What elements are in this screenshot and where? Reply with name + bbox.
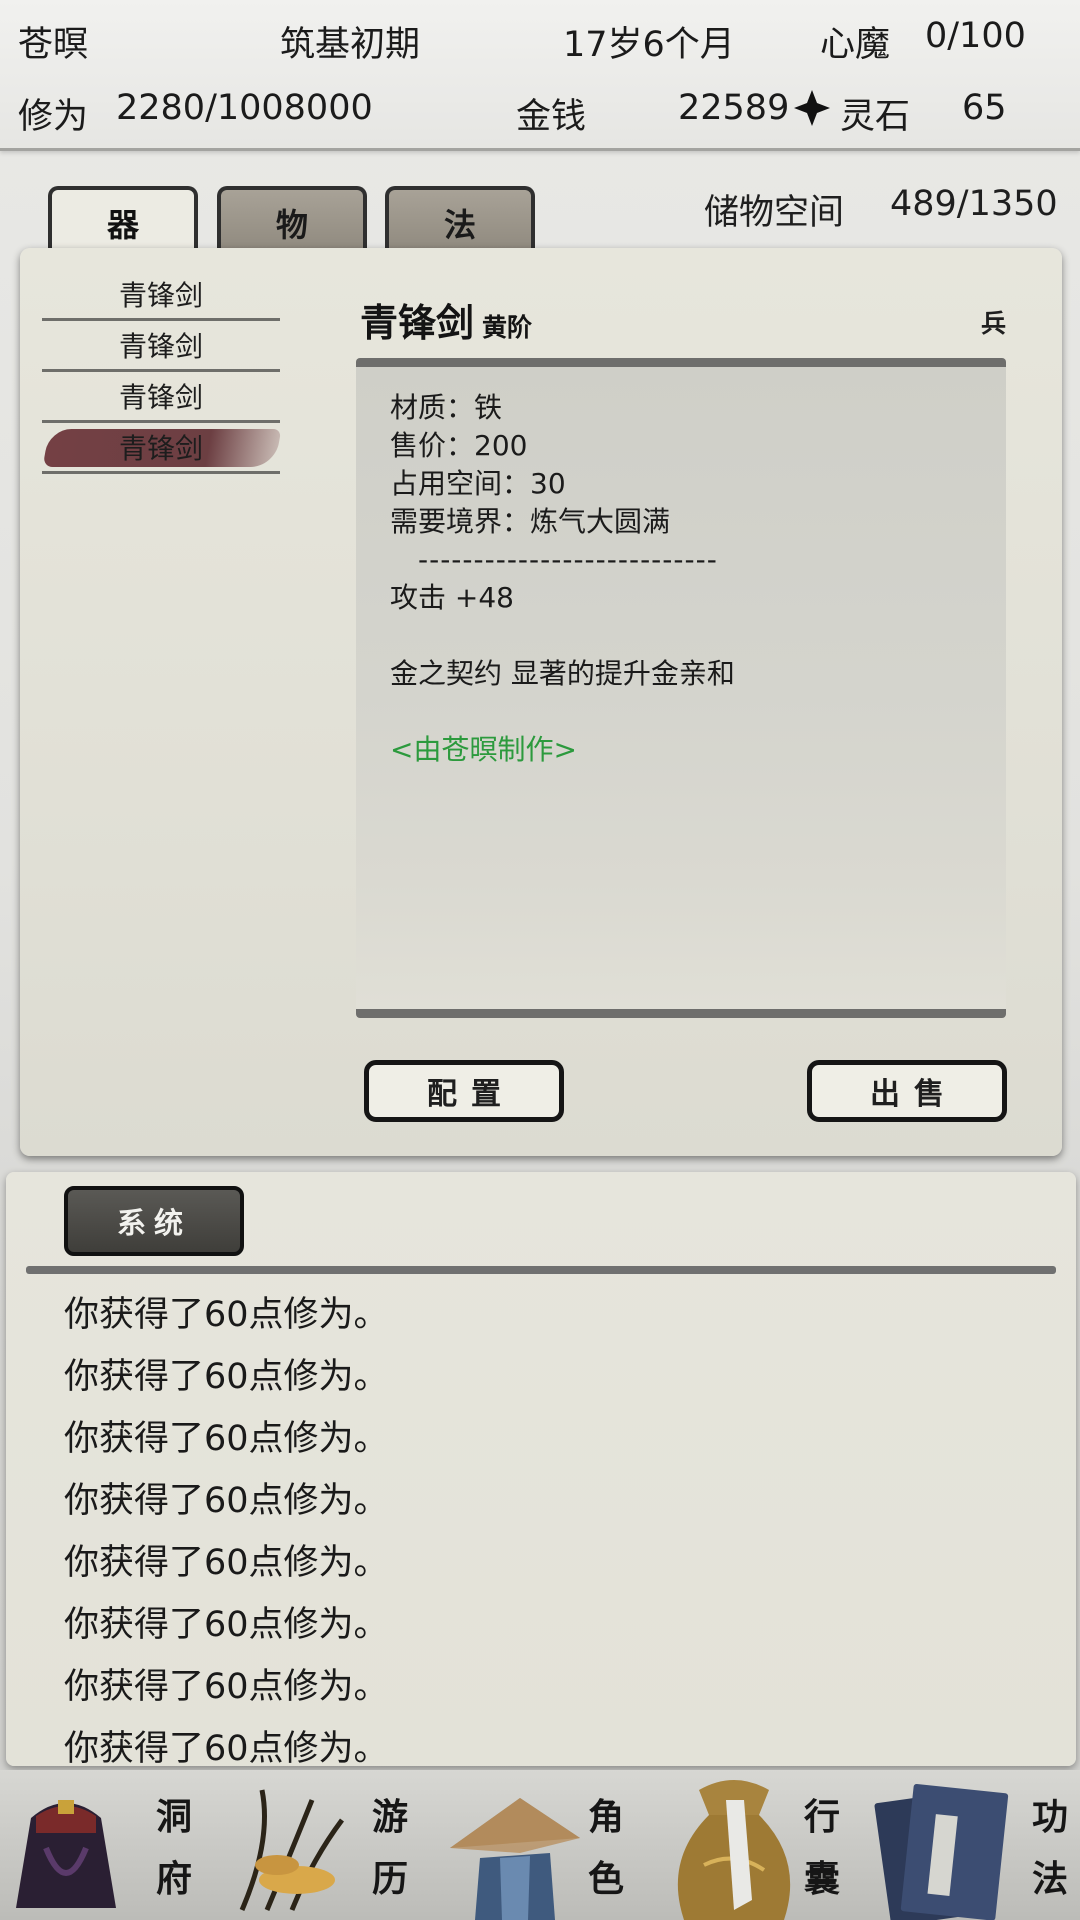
nav-label-bottom: 法: [1032, 1858, 1069, 1900]
tab-techniques[interactable]: 法: [385, 186, 535, 256]
item-detail-box: 材质：铁 售价：200 占用空间：30 需要境界：炼气大圆满 ---------…: [356, 358, 1006, 1018]
cave-dwelling-icon: [16, 1800, 116, 1908]
bottom-navigation: 洞 府 游 历 角 色 行 囊 功 法: [0, 1770, 1080, 1920]
log-list: 你获得了60点修为。 你获得了60点修为。 你获得了60点修为。 你获得了60点…: [64, 1284, 389, 1780]
player-name: 苍暝: [18, 25, 89, 65]
player-age: 17岁6个月: [563, 25, 735, 65]
item-affix: 金之契约 显著的提升金亲和: [390, 657, 735, 690]
system-log-panel: 系统 你获得了60点修为。 你获得了60点修为。 你获得了60点修为。 你获得了…: [6, 1172, 1076, 1769]
item-name: 青锋剑: [118, 432, 203, 465]
nav-label-top: 游: [372, 1796, 409, 1838]
player-realm: 筑基初期: [280, 25, 421, 65]
log-line: 你获得了60点修为。: [64, 1357, 389, 1397]
item-realm-requirement: 需要境界：炼气大圆满: [390, 505, 671, 538]
technique-book-icon: [874, 1783, 1009, 1920]
log-line: 你获得了60点修为。: [64, 1605, 389, 1645]
stone-label: 灵石: [840, 97, 911, 137]
travel-icon: [239, 1789, 345, 1911]
item-title-name: 青锋剑: [360, 300, 475, 345]
nav-label-bottom: 色: [588, 1858, 625, 1900]
cultivation-value: 2280/1008000: [116, 88, 373, 128]
log-line: 你获得了60点修为。: [64, 1481, 389, 1521]
item-maker: <由苍暝制作>: [390, 733, 577, 766]
nav-label-top: 功: [1032, 1796, 1069, 1838]
nav-label-top: 角: [588, 1796, 625, 1838]
money-label: 金钱: [516, 97, 587, 137]
nav-label-top: 洞: [156, 1796, 193, 1838]
nav-cave-dwelling[interactable]: 洞 府: [0, 1770, 212, 1920]
nav-label-bottom: 历: [372, 1858, 409, 1900]
nav-character[interactable]: 角 色: [432, 1770, 654, 1920]
list-item[interactable]: 青锋剑: [42, 270, 280, 321]
storage-label: 储物空间: [704, 193, 845, 233]
item-material: 材质：铁: [390, 391, 503, 424]
cultivation-label: 修为: [18, 97, 89, 137]
spirit-stone-icon: [794, 90, 830, 126]
log-line: 你获得了60点修为。: [64, 1295, 389, 1335]
nav-label-bottom: 囊: [804, 1858, 841, 1900]
tab-system-log[interactable]: 系统: [64, 1186, 244, 1256]
log-line: 你获得了60点修为。: [64, 1419, 389, 1459]
item-list: 青锋剑 青锋剑 青锋剑 青锋剑: [42, 270, 282, 474]
nav-travel[interactable]: 游 历: [212, 1770, 432, 1920]
item-attack: 攻击 +48: [390, 581, 514, 614]
item-price: 售价：200: [390, 429, 528, 462]
character-icon: [450, 1798, 580, 1920]
demon-label: 心魔: [820, 25, 891, 65]
nav-label-bottom: 府: [156, 1858, 193, 1900]
item-name: 青锋剑: [118, 330, 203, 363]
status-bar: 苍暝 筑基初期 17岁6个月 心魔 0/100 修为 2280/1008000 …: [0, 0, 1080, 151]
item-grade: 黄阶: [482, 313, 533, 342]
tab-equipment[interactable]: 器: [48, 186, 198, 256]
separator-line: ---------------------------: [418, 543, 718, 576]
stone-value: 65: [962, 88, 1007, 128]
log-line: 你获得了60点修为。: [64, 1667, 389, 1707]
nav-label-top: 行: [804, 1796, 841, 1838]
list-item[interactable]: 青锋剑: [42, 321, 280, 372]
inventory-panel: 青锋剑 青锋剑 青锋剑 青锋剑 青锋剑 黄阶 兵 材质：铁 售价：200 占用空间…: [20, 248, 1062, 1156]
item-name: 青锋剑: [118, 381, 203, 414]
nav-bag[interactable]: 行 囊: [654, 1770, 868, 1920]
item-type: 兵: [980, 309, 1006, 338]
storage-value: 489/1350: [890, 184, 1058, 224]
money-value: 22589: [678, 88, 790, 128]
sell-button[interactable]: 出售: [807, 1060, 1007, 1122]
nav-techniques[interactable]: 功 法: [868, 1770, 1080, 1920]
equip-button[interactable]: 配置: [364, 1060, 564, 1122]
tab-items[interactable]: 物: [217, 186, 367, 256]
log-line: 你获得了60点修为。: [64, 1543, 389, 1583]
item-detail-title: 青锋剑 黄阶: [360, 292, 532, 347]
list-item[interactable]: 青锋剑: [42, 372, 280, 423]
list-item-selected[interactable]: 青锋剑: [42, 423, 282, 474]
item-space: 占用空间：30: [390, 467, 566, 500]
log-divider: [26, 1266, 1056, 1274]
demon-value: 0/100: [925, 16, 1026, 56]
item-name: 青锋剑: [118, 279, 203, 312]
bag-icon: [677, 1780, 791, 1920]
